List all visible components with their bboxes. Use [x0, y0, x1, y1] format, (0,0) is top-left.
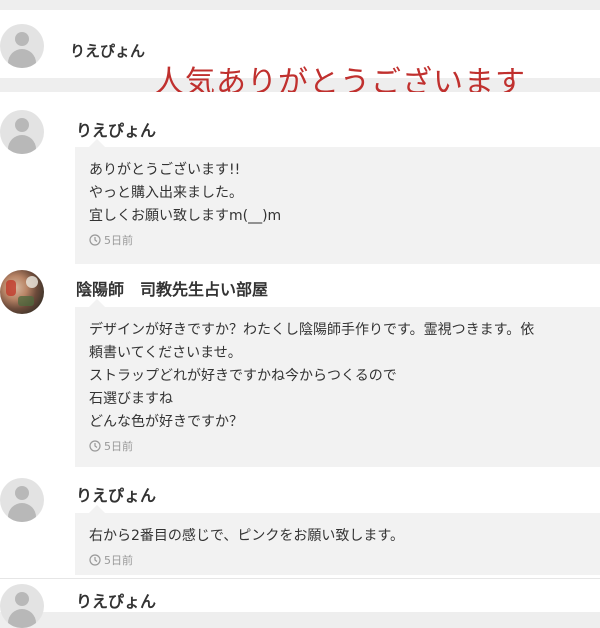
comment-username[interactable]: りえぴょん [76, 482, 156, 506]
comment-text-line: 宜しくお願い致しますm(__)m [89, 208, 282, 224]
divider [0, 578, 600, 579]
comment-text-line: どんな色が好きですか？ [89, 414, 243, 430]
clock-icon [89, 554, 101, 566]
comment-text-line: やっと購入出来ました。 [89, 185, 243, 201]
comment-username[interactable]: りえぴょん [76, 117, 156, 141]
comment-bubble: デザインが好きですか？わたくし陰陽師手作りです。霊視つきます。依 頼書いてくださ… [75, 299, 600, 467]
default-avatar-icon[interactable] [0, 110, 44, 154]
comment-text-line: デザインが好きですか？わたくし陰陽師手作りです。霊視つきます。依 [89, 322, 535, 338]
comment-bubble: ありがとうございます!! やっと購入出来ました。 宜しくお願い致しますm(__)… [75, 139, 600, 264]
comment-bubble: 右から2番目の感じで、ピンクをお願い致します。 5日前 [75, 505, 600, 575]
comment-text-line: ストラップどれが好きですかね今からつくるので [89, 368, 397, 384]
comment-text-line: 右から2番目の感じで、ピンクをお願い致します。 [89, 528, 404, 544]
comment-username[interactable]: りえぴょん [70, 40, 145, 61]
comment-list: りえぴょん ありがとうございます!! やっと購入出来ました。 宜しくお願い致しま… [0, 92, 600, 612]
comment-timestamp: 5日前 [89, 438, 596, 454]
comment-username[interactable]: りえぴょん [76, 588, 156, 612]
comment-username[interactable]: 陰陽師 司教先生占い部屋 [76, 276, 268, 300]
user-photo-avatar[interactable] [0, 270, 44, 314]
timestamp-text: 5日前 [104, 554, 133, 567]
clock-icon [89, 234, 101, 246]
default-avatar-icon[interactable] [0, 478, 44, 522]
default-avatar-icon[interactable] [0, 24, 44, 68]
top-comment-card: りえぴょん 人気ありがとうございます [0, 10, 600, 100]
timestamp-text: 5日前 [104, 234, 133, 247]
comment-timestamp: 5日前 [89, 232, 596, 248]
comment-text-line: ありがとうございます!! [89, 162, 241, 178]
comment-text-line: 頼書いてくださいませ。 [89, 345, 242, 361]
default-avatar-icon[interactable] [0, 584, 44, 628]
timestamp-text: 5日前 [104, 440, 133, 453]
comment-timestamp: 5日前 [89, 552, 596, 568]
comment-text-line: 石選びますね [89, 391, 173, 407]
clock-icon [89, 440, 101, 452]
